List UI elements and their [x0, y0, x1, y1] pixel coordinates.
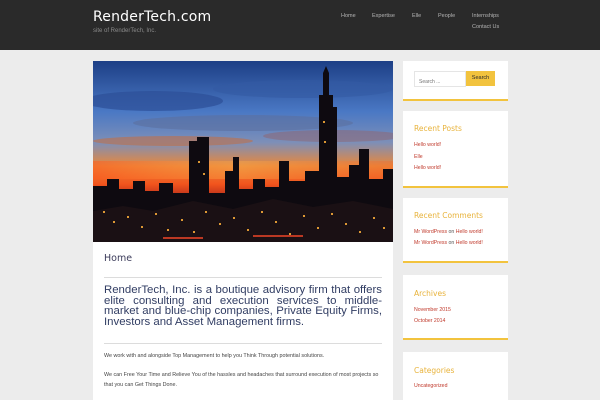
recent-comment-item: Mr WordPress on Hello world! — [414, 229, 483, 235]
site-title[interactable]: RenderTech.com — [93, 9, 211, 25]
recent-comments-widget: Recent Comments Mr WordPress on Hello wo… — [403, 198, 508, 263]
category-link[interactable]: Uncategorized — [414, 383, 447, 389]
body-paragraph: We can Free Your Time and Relieve You of… — [104, 372, 379, 388]
archive-link[interactable]: November 2015 — [414, 307, 451, 313]
nav-elle[interactable]: Elle — [412, 13, 421, 19]
nav-contact-us[interactable]: Contact Us — [472, 24, 499, 30]
recent-post-link[interactable]: Hello world! — [414, 142, 441, 148]
comment-on-text: on — [448, 229, 455, 235]
nav-expertise[interactable]: Expertise — [372, 13, 395, 19]
search-input[interactable] — [414, 71, 466, 87]
nav-internships[interactable]: Internships — [472, 13, 499, 19]
comment-post-link[interactable]: Hello world! — [456, 229, 483, 235]
widget-title: Archives — [414, 289, 446, 298]
recent-posts-widget: Recent Posts Hello world! Elle Hello wor… — [403, 111, 508, 188]
divider — [104, 343, 382, 344]
nav-people[interactable]: People — [438, 13, 455, 19]
nav-home[interactable]: Home — [341, 13, 356, 19]
widget-title: Recent Posts — [414, 124, 462, 133]
intro-statement: RenderTech, Inc. is a boutique advisory … — [104, 284, 382, 328]
body-paragraph: We work with and alongside Top Managemen… — [104, 353, 325, 359]
search-button[interactable]: Search — [466, 71, 495, 86]
comment-author-link[interactable]: Mr WordPress — [414, 240, 447, 246]
hero-image — [93, 61, 393, 242]
city-skyline-image — [93, 61, 393, 242]
archive-link[interactable]: October 2014 — [414, 318, 445, 324]
comment-on-text: on — [448, 240, 455, 246]
recent-comment-item: Mr WordPress on Hello world! — [414, 240, 483, 246]
page-title: Home — [104, 253, 133, 264]
widget-title: Recent Comments — [414, 211, 483, 220]
site-header: RenderTech.com site of RenderTech, Inc. … — [0, 0, 600, 50]
site-tagline: site of RenderTech, Inc. — [93, 28, 157, 34]
divider — [104, 277, 382, 278]
recent-post-link[interactable]: Hello world! — [414, 165, 441, 171]
archives-widget: Archives November 2015 October 2014 — [403, 275, 508, 340]
categories-widget: Categories Uncategorized — [403, 352, 508, 400]
main-content: Home RenderTech, Inc. is a boutique advi… — [93, 61, 393, 400]
comment-author-link[interactable]: Mr WordPress — [414, 229, 447, 235]
widget-title: Categories — [414, 366, 455, 375]
comment-post-link[interactable]: Hello world! — [456, 240, 483, 246]
recent-post-link[interactable]: Elle — [414, 154, 423, 160]
